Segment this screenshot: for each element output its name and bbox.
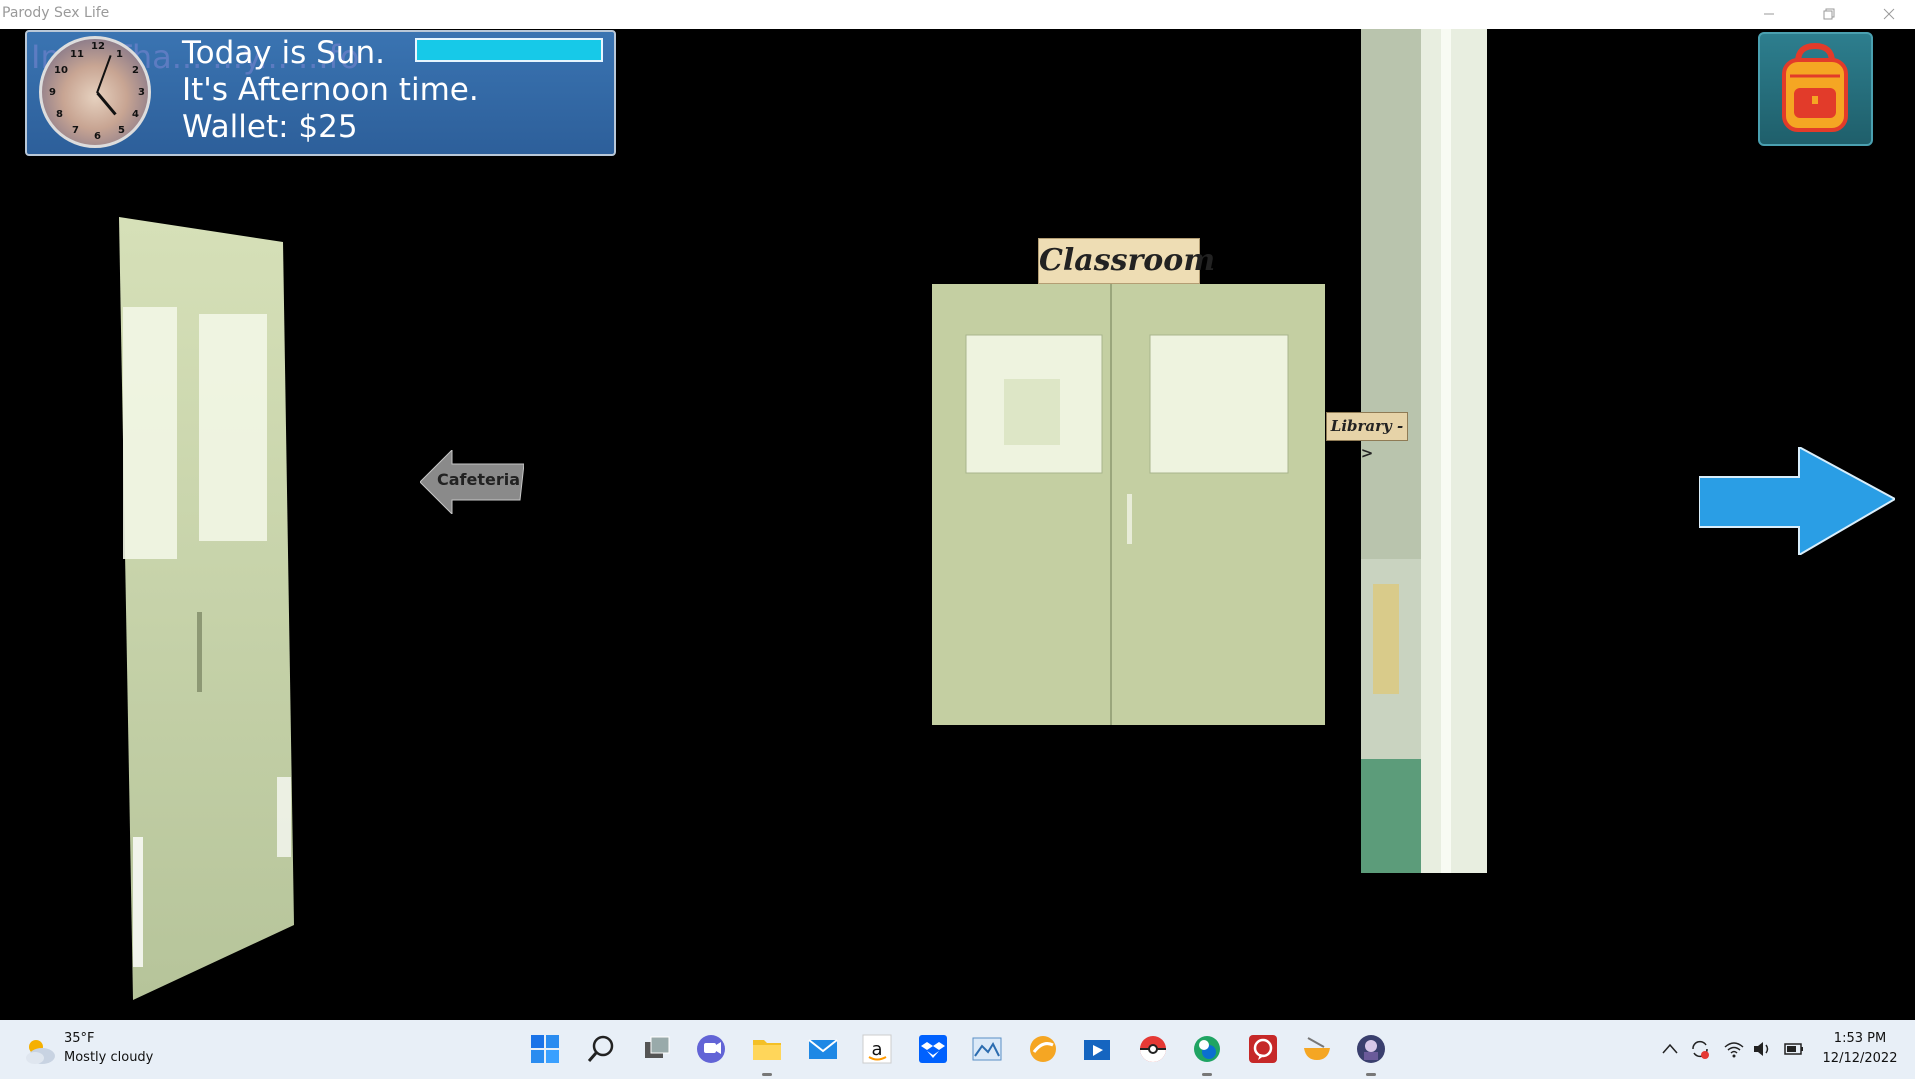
wallet-label: Wallet: $25 <box>182 109 358 145</box>
amazon-button[interactable]: a <box>860 1032 894 1066</box>
sync-tray-button[interactable] <box>1689 1038 1711 1060</box>
corridor-view <box>1361 29 1487 873</box>
movies-button[interactable] <box>1080 1032 1114 1066</box>
file-explorer-button[interactable] <box>750 1032 784 1066</box>
file-explorer-running-indicator <box>762 1073 772 1076</box>
task-view-icon <box>645 1036 670 1058</box>
dropbox-button[interactable] <box>916 1032 950 1066</box>
orange-app-icon <box>1030 1036 1056 1062</box>
battery-icon <box>1784 1043 1803 1055</box>
game-scene: Im... Tha... ...y... ...fo 12 1 2 3 4 5 … <box>0 29 1915 1020</box>
edge-running-indicator <box>1202 1073 1212 1076</box>
photos-icon <box>972 1037 1002 1061</box>
clock-time[interactable]: 1:53 PM <box>1820 1031 1900 1046</box>
file-explorer-icon <box>753 1040 781 1060</box>
left-door[interactable] <box>119 217 294 1000</box>
backpack-button[interactable] <box>1758 32 1873 146</box>
weather-widget[interactable]: 35°F Mostly cloudy <box>20 1031 190 1070</box>
energy-bar <box>415 38 603 62</box>
photos-button[interactable] <box>970 1032 1004 1066</box>
clock-date[interactable]: 12/12/2022 <box>1820 1051 1900 1066</box>
ramen-icon <box>1304 1037 1330 1060</box>
chat-icon <box>697 1035 725 1063</box>
game-icon <box>1357 1035 1385 1063</box>
minimize-icon <box>1764 13 1774 15</box>
close-icon <box>1883 8 1895 20</box>
classroom-sign: Classroom <box>1038 238 1215 284</box>
amazon-icon: a <box>862 1034 892 1064</box>
library-sign[interactable]: Library -> <box>1326 412 1408 462</box>
next-area-arrow[interactable] <box>1699 447 1895 555</box>
cloud-sun-icon <box>26 1040 55 1064</box>
clock-icon: 12 1 2 3 4 5 6 7 8 9 10 11 <box>39 36 151 148</box>
wifi-icon <box>1724 1042 1744 1058</box>
taskbar: 35°F Mostly cloudy a 1:53 PM 12/12/2022 <box>0 1020 1915 1079</box>
pokeball-button[interactable] <box>1136 1032 1170 1066</box>
pokeball-icon <box>1140 1036 1166 1062</box>
classroom-door-art <box>932 284 1325 725</box>
show-hidden-icons-button[interactable] <box>1659 1038 1681 1060</box>
start-button[interactable] <box>528 1032 562 1066</box>
wifi-tray-button[interactable] <box>1723 1038 1745 1060</box>
start-icon <box>531 1035 559 1063</box>
orange-app-button[interactable] <box>1026 1032 1060 1066</box>
svg-text:a: a <box>871 1039 882 1060</box>
weather-condition: Mostly cloudy <box>64 1050 154 1065</box>
restore-button[interactable] <box>1806 0 1852 29</box>
sync-icon <box>1692 1040 1709 1059</box>
chat-button[interactable] <box>694 1032 728 1066</box>
volume-tray-button[interactable] <box>1751 1038 1773 1060</box>
chat-bubble-button[interactable] <box>1246 1032 1280 1066</box>
window-title: Parody Sex Life <box>2 5 110 21</box>
close-button[interactable] <box>1866 0 1912 29</box>
search-icon <box>587 1035 614 1062</box>
backpack-icon <box>1782 42 1848 132</box>
edge-icon <box>1194 1036 1220 1062</box>
game-button[interactable] <box>1354 1032 1388 1066</box>
dropbox-icon <box>919 1035 947 1063</box>
edge-button[interactable] <box>1190 1032 1224 1066</box>
time-of-day-label: It's Afternoon time. <box>182 72 479 108</box>
mail-icon <box>808 1039 838 1059</box>
battery-tray-button[interactable] <box>1783 1038 1805 1060</box>
energy-bar-fill <box>417 40 601 60</box>
ramen-button[interactable] <box>1300 1032 1334 1066</box>
status-hud: Im... Tha... ...y... ...fo 12 1 2 3 4 5 … <box>25 30 616 156</box>
corridor-art <box>1361 29 1487 873</box>
cafeteria-label: Cafeteria <box>437 470 521 489</box>
volume-icon <box>1754 1042 1769 1056</box>
title-bar: Parody Sex Life <box>0 0 1915 29</box>
restore-icon <box>1823 8 1835 20</box>
mail-button[interactable] <box>806 1032 840 1066</box>
day-label: Today is Sun. <box>182 35 385 71</box>
game-running-indicator <box>1366 1073 1376 1076</box>
cafeteria-arrow[interactable]: Cafeteria <box>420 450 524 514</box>
search-button[interactable] <box>584 1032 618 1066</box>
task-view-button[interactable] <box>640 1032 674 1066</box>
classroom-door[interactable] <box>932 284 1325 725</box>
movies-icon <box>1084 1040 1110 1060</box>
chat-bubble-icon <box>1249 1035 1277 1063</box>
weather-temp: 35°F <box>64 1031 95 1046</box>
chevron-up-icon <box>1662 1043 1678 1054</box>
minimize-button[interactable] <box>1746 0 1792 29</box>
